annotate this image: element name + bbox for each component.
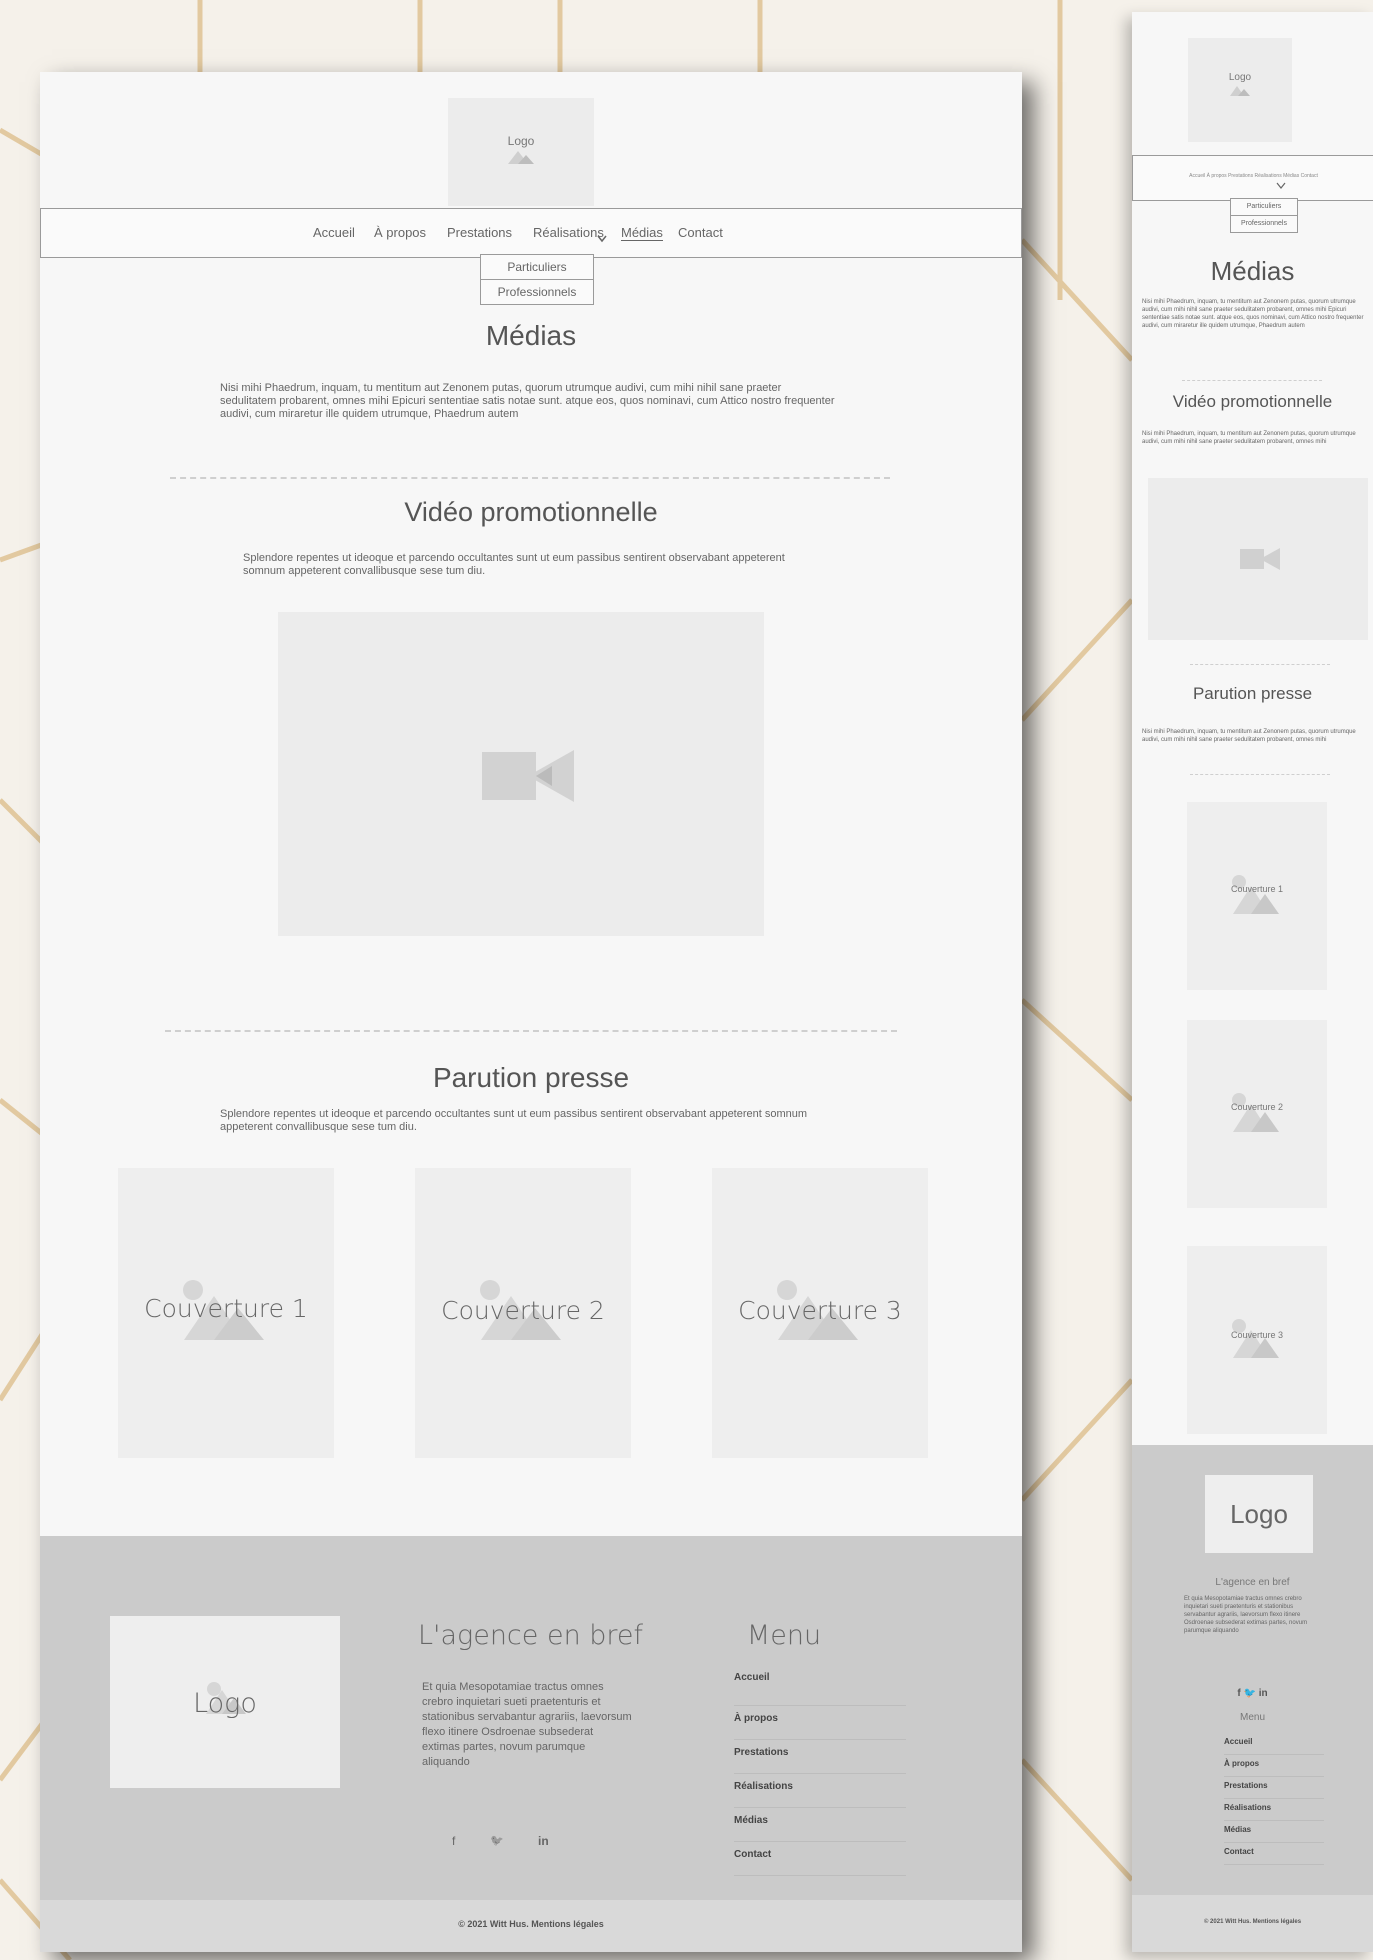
footer-menu-a-propos[interactable]: À propos [734, 1706, 906, 1740]
footer-logo-text: Logo [193, 1688, 257, 1719]
footer-logo-text: Logo [1230, 1499, 1288, 1529]
footer-menu: Accueil À propos Prestations Réalisation… [734, 1672, 906, 1876]
press-section-text: Splendore repentes ut ideoque et parcend… [220, 1108, 808, 1133]
header-logo[interactable]: Logo [1188, 38, 1292, 142]
press-cover-1[interactable]: Couverture 1 [118, 1168, 334, 1458]
footer-menu-medias[interactable]: Médias [1224, 1821, 1324, 1843]
press-cover-1[interactable]: Couverture 1 [1187, 802, 1327, 990]
footer-about-text: Et quia Mesopotamiae tractus omnes crebr… [1184, 1596, 1308, 1634]
footer-menu-accueil[interactable]: Accueil [1224, 1733, 1324, 1755]
footer-menu-contact[interactable]: Contact [1224, 1843, 1324, 1865]
cover-label: Couverture 3 [738, 1296, 902, 1325]
copyright-bar: © 2021 Witt Hus. Mentions légales [40, 1900, 1022, 1952]
footer-menu-realisations[interactable]: Réalisations [1224, 1799, 1324, 1821]
footer-menu-a-propos[interactable]: À propos [1224, 1755, 1324, 1777]
header-logo[interactable]: Logo [448, 98, 594, 206]
divider [1182, 380, 1322, 381]
video-section-title: Vidéo promotionnelle [1172, 392, 1333, 411]
cover-label: Couverture 1 [144, 1294, 308, 1323]
mobile-mockup: Logo Accueil À propos Prestations Réalis… [1132, 12, 1373, 1952]
footer: Logo L'agence en bref Et quia Mesopotami… [40, 1536, 1022, 1900]
footer-about-title: L'agence en bref [418, 1620, 644, 1651]
dropdown-particuliers[interactable]: Particuliers [480, 254, 594, 280]
video-section-title: Vidéo promotionnelle [404, 497, 658, 527]
cover-label: Couverture 2 [441, 1296, 605, 1325]
footer-menu-title: Menu [1239, 1712, 1265, 1723]
video-camera-icon [1240, 548, 1280, 570]
footer-menu: Accueil À propos Prestations Réalisation… [1224, 1733, 1324, 1865]
footer-menu-prestations[interactable]: Prestations [734, 1740, 906, 1774]
dropdown-professionnels[interactable]: Professionnels [480, 279, 594, 305]
linkedin-icon[interactable]: in [538, 1834, 549, 1848]
footer-menu-title: Menu [746, 1620, 822, 1651]
divider [1190, 664, 1330, 665]
footer-menu-contact[interactable]: Contact [734, 1842, 906, 1876]
chevron-down-icon [1276, 182, 1286, 189]
facebook-icon[interactable]: f [452, 1834, 455, 1848]
video-player[interactable] [278, 612, 764, 936]
logo-text: Logo [507, 134, 535, 148]
nav-prestations[interactable]: Prestations [447, 225, 512, 240]
dropdown-particuliers[interactable]: Particuliers [1230, 198, 1298, 216]
nav-contact[interactable]: Contact [678, 225, 723, 240]
footer-menu-realisations[interactable]: Réalisations [734, 1774, 906, 1808]
press-section-title: Parution presse [432, 1062, 630, 1093]
cover-label: Couverture 1 [1230, 884, 1284, 894]
cover-label: Couverture 2 [1230, 1102, 1284, 1112]
intro-text: Nisi mihi Phaedrum, inquam, tu mentitum … [220, 382, 835, 420]
press-cover-2[interactable]: Couverture 2 [415, 1168, 631, 1458]
social-links[interactable]: f 🐦 in [1132, 1688, 1373, 1699]
image-placeholder-icon [1230, 86, 1250, 96]
nav-accueil[interactable]: Accueil [313, 225, 355, 240]
press-cover-3[interactable]: Couverture 3 [712, 1168, 928, 1458]
chevron-down-icon [597, 235, 607, 243]
video-section-text: Nisi mihi Phaedrum, inquam, tu mentitum … [1142, 431, 1356, 445]
video-camera-icon [482, 750, 574, 802]
press-cover-3[interactable]: Couverture 3 [1187, 1246, 1327, 1434]
footer: Logo L'agence en bref Et quia Mesopotami… [1132, 1445, 1373, 1895]
copyright-bar: © 2021 Witt Hus. Mentions légales [1132, 1895, 1373, 1952]
video-section-text: Splendore repentes ut ideoque et parcend… [243, 552, 785, 577]
nav-a-propos[interactable]: À propos [374, 225, 426, 240]
cover-label: Couverture 3 [1230, 1330, 1284, 1340]
desktop-mockup: Logo Accueil À propos Prestations Réalis… [40, 72, 1022, 1952]
page-title: Médias [1210, 256, 1295, 286]
footer-logo[interactable]: Logo [110, 1616, 340, 1788]
image-placeholder-icon [1232, 875, 1279, 914]
press-section-text: Nisi mihi Phaedrum, inquam, tu mentitum … [1142, 729, 1356, 743]
divider [1190, 774, 1330, 775]
footer-logo[interactable]: Logo [1205, 1475, 1313, 1553]
main-nav: Accueil À propos Prestations Réalisation… [40, 208, 1022, 258]
footer-menu-accueil[interactable]: Accueil [734, 1672, 906, 1706]
divider [165, 1030, 897, 1032]
page-title: Médias [485, 320, 577, 351]
image-placeholder-icon [1232, 1093, 1279, 1132]
main-nav[interactable]: Accueil À propos Prestations Réalisation… [1132, 155, 1373, 201]
divider [170, 477, 890, 479]
dropdown-professionnels[interactable]: Professionnels [1230, 215, 1298, 233]
footer-menu-prestations[interactable]: Prestations [1224, 1777, 1324, 1799]
video-player[interactable] [1148, 478, 1368, 640]
press-section-title: Parution presse [1192, 684, 1313, 703]
footer-menu-medias[interactable]: Médias [734, 1808, 906, 1842]
nav-realisations[interactable]: Réalisations [533, 225, 604, 240]
press-cover-2[interactable]: Couverture 2 [1187, 1020, 1327, 1208]
intro-text: Nisi mihi Phaedrum, inquam, tu mentitum … [1142, 299, 1364, 329]
logo-text: Logo [1228, 72, 1252, 83]
twitter-icon[interactable]: 🐦 [490, 1834, 504, 1847]
nav-medias[interactable]: Médias [621, 225, 663, 241]
footer-about-title: L'agence en bref [1215, 1577, 1290, 1588]
footer-about-text: Et quia Mesopotamiae tractus omnes crebr… [422, 1681, 632, 1768]
image-placeholder-icon [508, 151, 534, 164]
